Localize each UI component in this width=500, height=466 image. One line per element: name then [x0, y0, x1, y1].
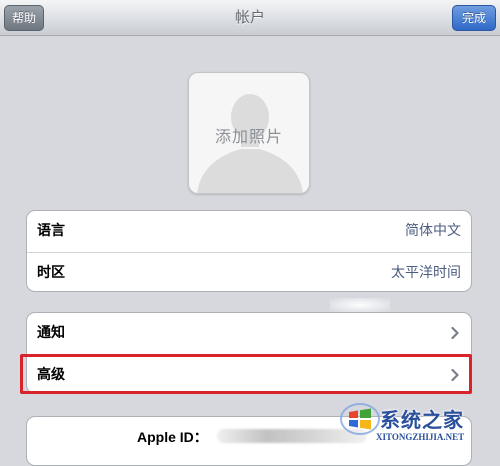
settings-group-options: 通知 高级 [26, 312, 472, 394]
page-title: 帐户 [234, 8, 265, 26]
advanced-row[interactable]: 高级 [27, 354, 471, 393]
navigation-bar: 帮助 帐户 完成 [0, 0, 500, 36]
windows-logo-icon [340, 403, 380, 435]
watermark: 系统之家 XITONGZHIJIA.NET [336, 398, 496, 452]
advanced-label: 高级 [37, 367, 65, 383]
add-photo-button[interactable]: 添加照片 [188, 72, 310, 194]
timezone-label: 时区 [37, 265, 65, 281]
timezone-row[interactable]: 时区 太平洋时间 [27, 252, 471, 291]
settings-group-locale: 语言 简体中文 时区 太平洋时间 [26, 210, 472, 292]
timezone-value: 太平洋时间 [391, 265, 461, 281]
language-value: 简体中文 [405, 223, 461, 239]
watermark-title: 系统之家 [380, 408, 464, 432]
notifications-row[interactable]: 通知 [27, 313, 471, 353]
chevron-right-icon [451, 327, 459, 339]
language-row[interactable]: 语言 简体中文 [27, 211, 471, 251]
language-label: 语言 [37, 223, 65, 239]
notifications-label: 通知 [37, 325, 65, 341]
chevron-right-icon [451, 369, 459, 381]
watermark-url: XITONGZHIJIA.NET [376, 432, 465, 442]
done-button[interactable]: 完成 [452, 5, 496, 31]
add-photo-label: 添加照片 [214, 127, 283, 146]
apple-id-label: Apple ID： [137, 429, 208, 445]
image-artifact [330, 298, 390, 312]
